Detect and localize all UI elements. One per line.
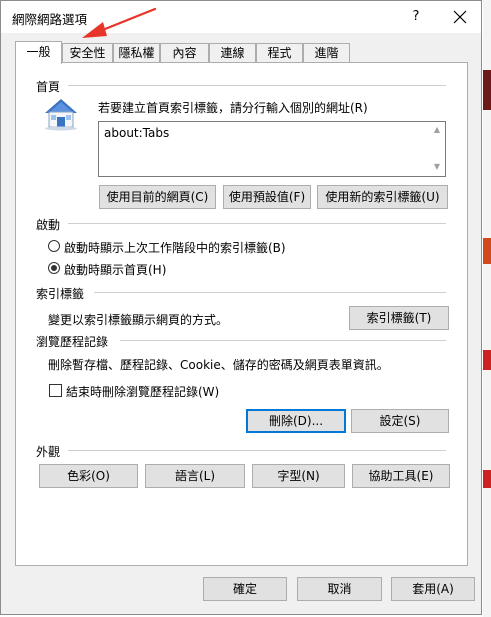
use-default-button[interactable]: 使用預設值(F)	[223, 185, 311, 209]
tab-privacy[interactable]: 隱私權	[113, 43, 160, 62]
colors-button[interactable]: 色彩(O)	[39, 464, 138, 488]
help-button[interactable]: ?	[399, 4, 433, 30]
tabs-description: 變更以索引標籤顯示網頁的方式。	[48, 313, 229, 327]
tabs-settings-button[interactable]: 索引標籤(T)	[349, 306, 449, 330]
window-title: 網際網路選項	[12, 12, 88, 27]
tabs-section-header: 索引標籤	[36, 285, 446, 301]
home-section-header: 首頁	[36, 78, 446, 94]
tabs-section-label: 索引標籤	[36, 287, 85, 301]
startup-last-session-label[interactable]: 啟動時顯示上次工作階段中的索引標籤(B)	[64, 239, 286, 256]
accessibility-button[interactable]: 協助工具(E)	[352, 464, 450, 488]
background-window-fragment	[483, 470, 491, 488]
scroll-up-icon[interactable]: ▲	[432, 125, 442, 135]
tab-security[interactable]: 安全性	[62, 43, 113, 62]
appearance-section-label: 外觀	[36, 445, 61, 459]
section-divider	[68, 223, 446, 224]
appearance-section-header: 外觀	[36, 443, 446, 459]
languages-button[interactable]: 語言(L)	[145, 464, 245, 488]
history-settings-button[interactable]: 設定(S)	[351, 409, 449, 433]
history-description: 刪除暫存檔、歷程記錄、Cookie、儲存的密碼及網頁表單資訊。	[48, 358, 389, 372]
general-tab-panel: 首頁 若要建立首頁索引標籤，請分行輸入個別的網址(R) about:Tabs ▲…	[15, 62, 468, 566]
section-divider	[68, 85, 446, 86]
home-url-textarea[interactable]: about:Tabs ▲ ▼	[98, 121, 446, 177]
textarea-scrollbar[interactable]: ▲ ▼	[429, 122, 445, 176]
section-divider	[68, 450, 446, 451]
tab-general[interactable]: 一般	[15, 41, 62, 64]
background-window-fragment	[483, 70, 491, 110]
startup-home-radio[interactable]	[48, 262, 60, 274]
startup-home-label[interactable]: 啟動時顯示首頁(H)	[64, 261, 166, 278]
close-button[interactable]	[441, 4, 479, 30]
history-section-header: 瀏覽歷程記錄	[36, 333, 446, 349]
fonts-button[interactable]: 字型(N)	[252, 464, 345, 488]
cancel-button[interactable]: 取消	[297, 577, 382, 601]
tab-content[interactable]: 內容	[160, 43, 209, 62]
tab-advanced[interactable]: 進階	[303, 43, 350, 62]
radio-selected-dot	[51, 265, 57, 271]
delete-history-on-exit-checkbox[interactable]	[49, 384, 62, 397]
ok-button[interactable]: 確定	[203, 577, 287, 601]
close-icon	[453, 10, 467, 24]
background-window-fragment	[483, 238, 491, 264]
delete-history-button[interactable]: 刪除(D)...	[246, 409, 346, 433]
startup-last-session-radio[interactable]	[48, 240, 60, 252]
internet-options-dialog: 網際網路選項 ? 一般 安全性 隱私權 內容 連線 程式 進階 首頁 若要建立首…	[0, 0, 482, 615]
startup-section-header: 啟動	[36, 216, 446, 232]
section-divider	[94, 292, 446, 293]
home-url-value: about:Tabs	[104, 126, 170, 140]
history-section-label: 瀏覽歷程記錄	[36, 335, 109, 349]
home-description: 若要建立首頁索引標籤，請分行輸入個別的網址(R)	[98, 101, 368, 115]
section-divider	[120, 340, 446, 341]
background-window-fragment	[483, 350, 491, 370]
startup-section-label: 啟動	[36, 218, 61, 232]
scroll-down-icon[interactable]: ▼	[432, 162, 442, 172]
tab-connections[interactable]: 連線	[209, 43, 256, 62]
use-current-page-button[interactable]: 使用目前的網頁(C)	[99, 185, 216, 209]
apply-button[interactable]: 套用(A)	[391, 577, 475, 601]
tab-programs[interactable]: 程式	[256, 43, 303, 62]
title-bar: 網際網路選項 ?	[1, 1, 481, 33]
home-section-label: 首頁	[36, 80, 61, 94]
delete-history-on-exit-label[interactable]: 結束時刪除瀏覽歷程記錄(W)	[66, 383, 219, 400]
house-icon	[45, 99, 77, 131]
use-new-tab-button[interactable]: 使用新的索引標籤(U)	[317, 185, 448, 209]
background-window-strip	[483, 0, 491, 617]
